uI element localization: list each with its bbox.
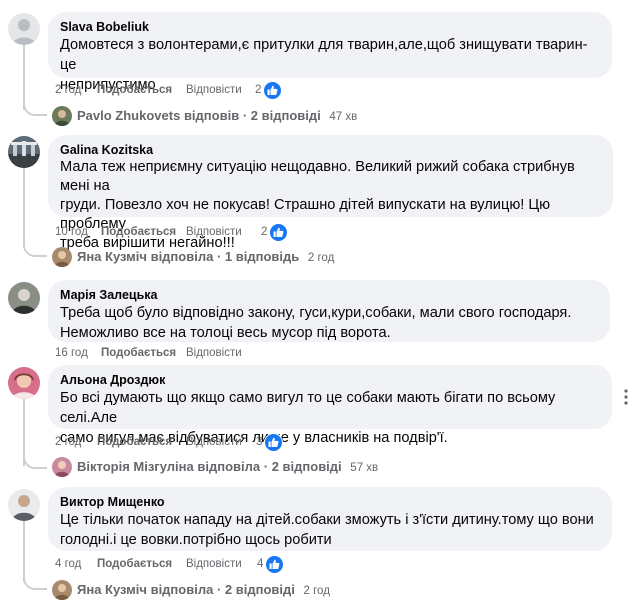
replies-summary[interactable]: Яна Кузміч відповіла · 2 відповіді 2 год bbox=[77, 580, 330, 601]
comment-bubble: Slava Bobeliuk Домовтеся з волонтерами,є… bbox=[48, 12, 612, 93]
thread-line bbox=[23, 168, 25, 248]
comment-time[interactable]: 4 год bbox=[55, 556, 81, 572]
reply-verb: відповіла bbox=[150, 249, 214, 264]
comment-bubble: Galina Kozitska Мала теж неприємну ситуа… bbox=[48, 135, 613, 251]
reply-count: 2 відповіді bbox=[271, 459, 342, 474]
like-count[interactable]: 2 bbox=[261, 224, 267, 240]
reply-author-avatar bbox=[52, 457, 72, 477]
reply-button[interactable]: Відповісти bbox=[186, 345, 242, 361]
reply-button[interactable]: Відповісти bbox=[186, 82, 242, 98]
reply-button[interactable]: Відповісти bbox=[186, 434, 242, 450]
reply-author-name: Яна Кузміч bbox=[77, 249, 147, 264]
reply-separator: · bbox=[242, 108, 248, 123]
replies-summary[interactable]: Pavlo Zhukovets відповів · 2 відповіді 4… bbox=[77, 106, 357, 127]
view-replies-link[interactable]: Яна Кузміч відповіла · 1 відповідь 2 год bbox=[52, 247, 392, 267]
comment-author[interactable]: Альона Дроздюк bbox=[60, 372, 600, 388]
thread-branch-line bbox=[23, 455, 47, 469]
reply-author-name: Pavlo Zhukovets bbox=[77, 108, 181, 123]
comment-time[interactable]: 10 год bbox=[55, 224, 88, 240]
comment-actions: 4 год Подобається Відповісти 4 bbox=[55, 555, 295, 574]
comment-bubble: Виктор Мищенко Це тільки початок нападу … bbox=[48, 487, 612, 551]
comment-author[interactable]: Марія Залецька bbox=[60, 287, 598, 303]
comment-time[interactable]: 16 год bbox=[55, 345, 88, 361]
thumbs-up-icon bbox=[265, 555, 284, 574]
like-count[interactable]: 2 bbox=[255, 82, 261, 98]
avatar[interactable] bbox=[8, 13, 40, 45]
thread-branch-line bbox=[23, 576, 47, 590]
comments-section: Slava Bobeliuk Домовтеся з волонтерами,є… bbox=[0, 0, 635, 604]
thread-branch-line bbox=[23, 102, 47, 116]
thread-line bbox=[23, 520, 25, 582]
comment-actions: 10 год Подобається Відповісти 2 bbox=[55, 223, 295, 242]
like-button[interactable]: Подобається bbox=[101, 224, 176, 240]
comment-text: Треба щоб було відповідно закону, гуси,к… bbox=[60, 305, 572, 341]
reply-separator: · bbox=[263, 459, 269, 474]
comment-bubble: Марія Залецька Треба щоб було відповідно… bbox=[48, 280, 610, 342]
reply-count: 2 відповіді bbox=[250, 108, 321, 123]
reply-author-avatar bbox=[52, 580, 72, 600]
view-replies-link[interactable]: Яна Кузміч відповіла · 2 відповіді 2 год bbox=[52, 580, 392, 600]
avatar[interactable] bbox=[8, 367, 40, 399]
reply-button[interactable]: Відповісти bbox=[186, 556, 242, 572]
reply-count: 1 відповідь bbox=[224, 249, 300, 264]
reply-author-avatar bbox=[52, 247, 72, 267]
reply-count: 2 відповіді bbox=[224, 582, 295, 597]
reply-verb: відповів bbox=[183, 108, 240, 123]
thumbs-up-icon bbox=[269, 223, 288, 242]
view-replies-link[interactable]: Pavlo Zhukovets відповів · 2 відповіді 4… bbox=[52, 106, 392, 126]
more-options-icon[interactable] bbox=[619, 389, 633, 409]
comment-actions: 16 год Подобається Відповісти bbox=[55, 345, 295, 361]
comment-bubble: Альона Дроздюк Бо всі думають що якщо са… bbox=[48, 365, 612, 446]
view-replies-link[interactable]: Вікторія Мізгуліна відповіла · 2 відпові… bbox=[52, 457, 392, 477]
reply-button[interactable]: Відповісти bbox=[186, 224, 242, 240]
reply-author-name: Яна Кузміч bbox=[77, 582, 147, 597]
replies-summary[interactable]: Яна Кузміч відповіла · 1 відповідь 2 год bbox=[77, 247, 334, 268]
like-button[interactable]: Подобається bbox=[97, 434, 172, 450]
comment-time[interactable]: 2 год bbox=[55, 434, 81, 450]
comment-author[interactable]: Slava Bobeliuk bbox=[60, 19, 600, 35]
thread-branch-line bbox=[23, 243, 47, 257]
avatar[interactable] bbox=[8, 136, 40, 168]
avatar[interactable] bbox=[8, 489, 40, 521]
reply-author-avatar bbox=[52, 106, 72, 126]
comment-author[interactable]: Galina Kozitska bbox=[60, 142, 601, 158]
replies-summary[interactable]: Вікторія Мізгуліна відповіла · 2 відпові… bbox=[77, 457, 378, 478]
comment-text: Це тільки початок нападу на дітей.собаки… bbox=[60, 512, 594, 548]
reply-verb: відповіла bbox=[197, 459, 261, 474]
comment-author[interactable]: Виктор Мищенко bbox=[60, 494, 600, 510]
comment-time[interactable]: 2 год bbox=[55, 82, 81, 98]
reply-author-name: Вікторія Мізгуліна bbox=[77, 459, 194, 474]
thumbs-up-icon bbox=[263, 81, 282, 100]
reply-verb: відповіла bbox=[150, 582, 214, 597]
like-button[interactable]: Подобається bbox=[97, 556, 172, 572]
like-button[interactable]: Подобається bbox=[97, 82, 172, 98]
comment-actions: 2 год Подобається Відповісти 3 bbox=[55, 433, 295, 452]
reply-time: 57 хв bbox=[350, 462, 379, 474]
reply-separator: · bbox=[216, 249, 222, 264]
like-count[interactable]: 3 bbox=[256, 434, 262, 450]
thread-line bbox=[23, 44, 25, 110]
comment-actions: 2 год Подобається Відповісти 2 bbox=[55, 81, 295, 100]
avatar[interactable] bbox=[8, 282, 40, 314]
like-button[interactable]: Подобається bbox=[101, 345, 176, 361]
reply-separator: · bbox=[216, 582, 222, 597]
reply-time: 2 год bbox=[307, 252, 335, 264]
like-count[interactable]: 4 bbox=[257, 556, 263, 572]
reply-time: 47 хв bbox=[329, 111, 358, 123]
reply-time: 2 год bbox=[303, 585, 330, 597]
thumbs-up-icon bbox=[264, 433, 283, 452]
